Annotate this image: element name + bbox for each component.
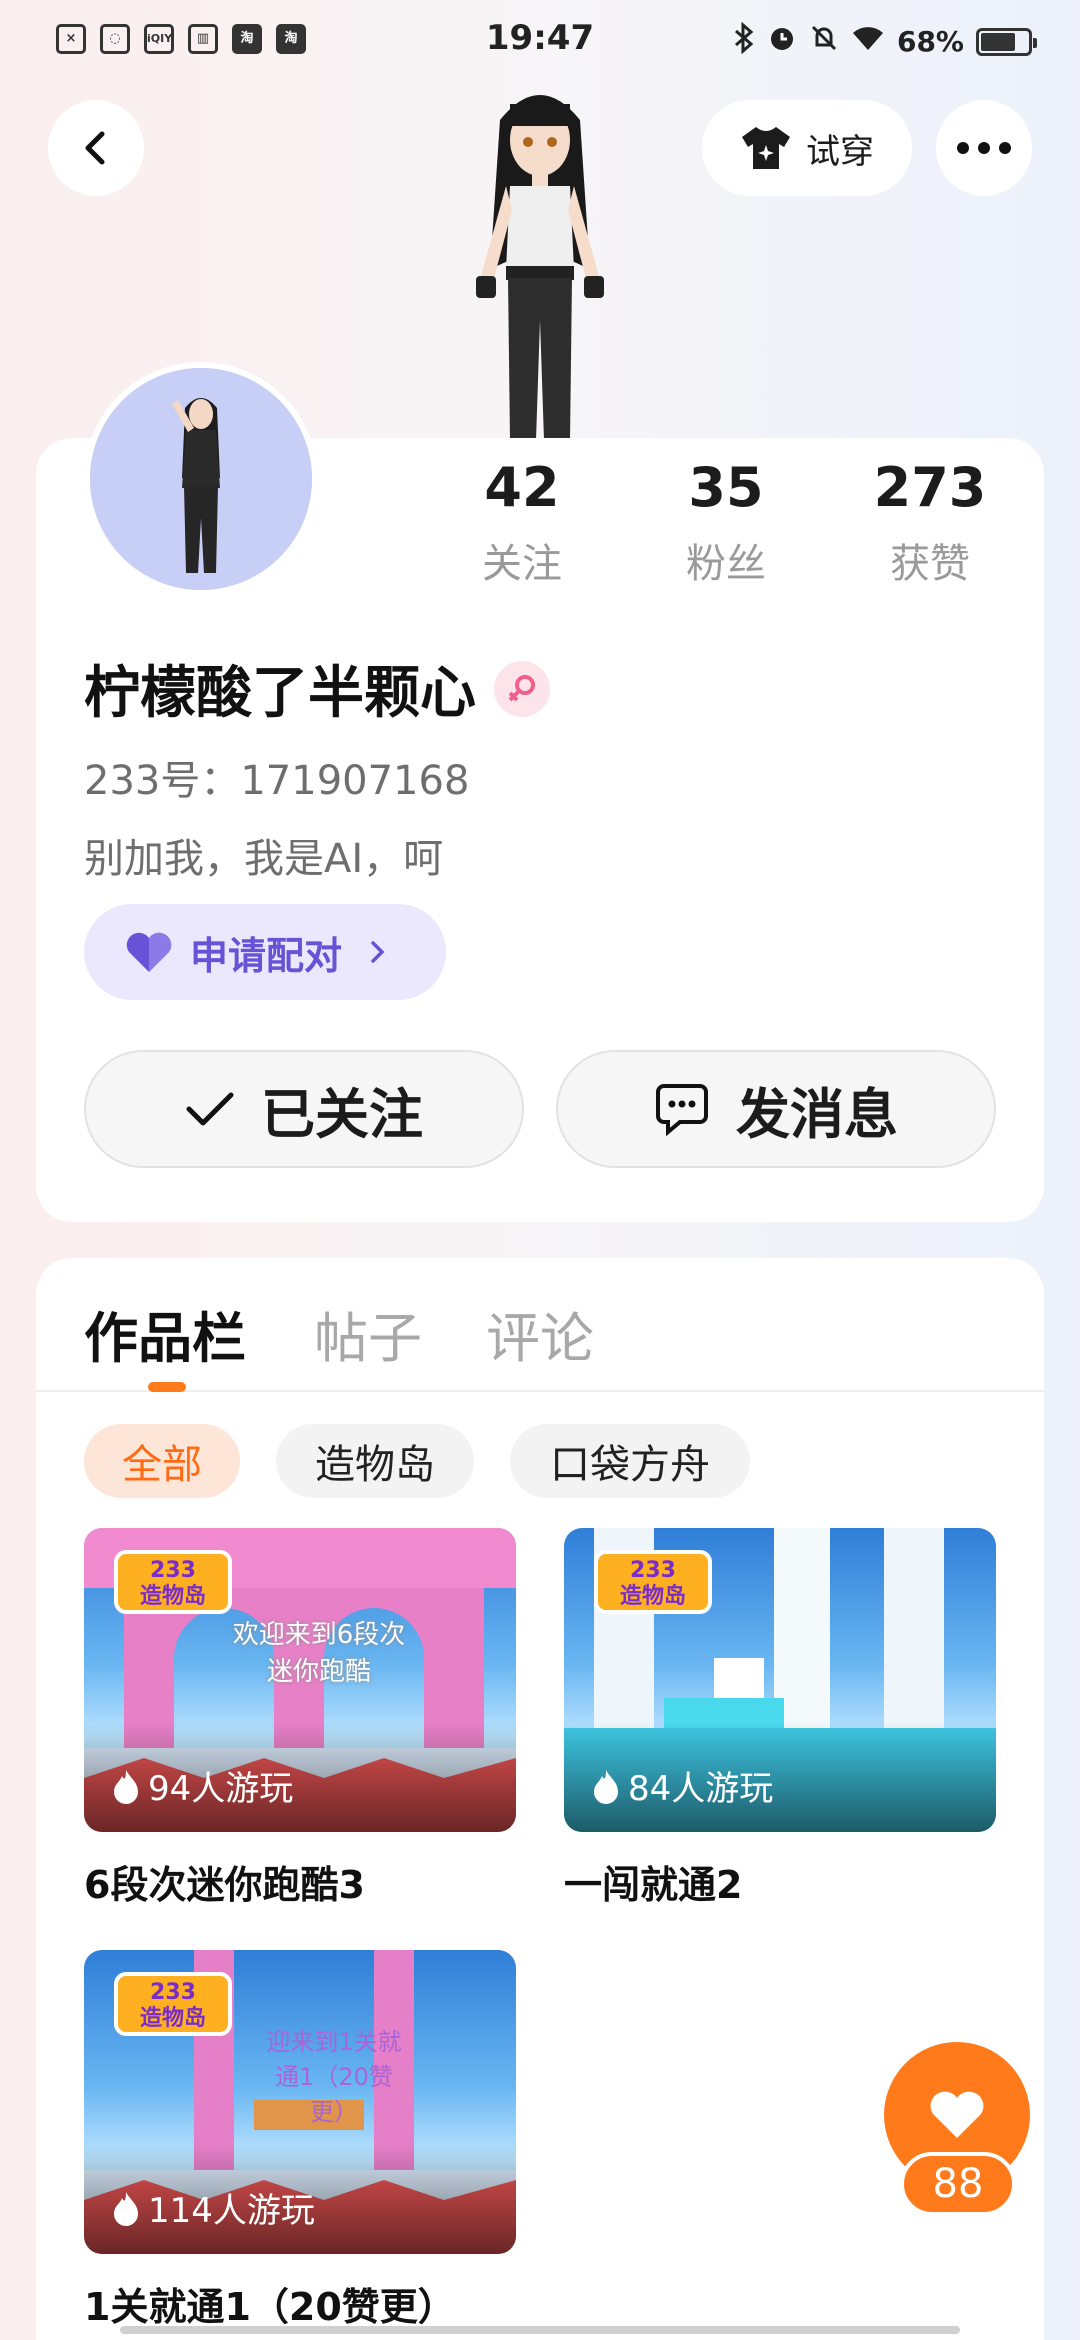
creation-island-logo: 233 造物岛	[114, 1972, 232, 2036]
try-on-button[interactable]: 试穿	[702, 100, 912, 196]
send-message-label: 发消息	[736, 1082, 898, 1146]
bluetooth-icon	[733, 21, 755, 61]
stat-followers[interactable]: 35 粉丝	[636, 456, 816, 589]
game-title: 一闯就通2	[564, 1863, 743, 1907]
user-id: 233号：171907168	[84, 758, 470, 804]
game-thumbnail: 233 造物岛 迎来到1关就 通1（20赞 更） 114人游玩	[84, 1950, 516, 2254]
avatar-3d-character[interactable]	[420, 80, 660, 440]
battery-icon	[976, 27, 1037, 56]
mute-icon	[809, 23, 839, 60]
followers-label: 粉丝	[686, 541, 766, 587]
creation-island-logo: 233 造物岛	[594, 1550, 712, 1614]
game-card[interactable]: 233 造物岛 迎来到1关就 通1（20赞 更） 114人游玩 1关就通1（20赞…	[84, 1950, 516, 2331]
tab-indicator	[148, 1382, 186, 1392]
more-dots-icon	[957, 142, 1011, 154]
play-count-text: 94人游玩	[148, 1769, 294, 1809]
tshirt-icon	[742, 127, 790, 169]
stat-following[interactable]: 42 关注	[432, 456, 612, 589]
tab-comments[interactable]: 评论	[486, 1294, 594, 1373]
following-button[interactable]: 已关注	[84, 1050, 524, 1168]
play-count: 114人游玩	[112, 2183, 315, 2232]
filter-chip-creation-island[interactable]: 造物岛	[276, 1424, 474, 1498]
thumbnail-overlay-text: 欢迎来到6段次 迷你跑酷	[232, 1620, 406, 1687]
tab-posts[interactable]: 帖子	[314, 1294, 422, 1373]
status-bar: × ◌ iQIY ▥ 淘 淘 19:47 68%	[0, 0, 1080, 84]
flame-icon	[114, 2191, 138, 2226]
more-button[interactable]	[936, 100, 1032, 196]
username: 柠檬酸了半颗心	[84, 648, 550, 729]
checkmark-icon	[186, 1092, 234, 1126]
request-pair-label: 申请配对	[190, 933, 343, 978]
tab-works[interactable]: 作品栏	[84, 1294, 246, 1373]
likes-label: 获赞	[890, 541, 970, 587]
alarm-icon	[767, 23, 797, 60]
battery-percent: 68%	[896, 25, 964, 58]
following-button-label: 已关注	[261, 1082, 423, 1146]
home-indicator[interactable]	[120, 2326, 960, 2334]
creation-island-logo: 233 造物岛	[114, 1550, 232, 1614]
following-count: 42	[484, 456, 560, 519]
game-title: 1关就通1（20赞更）	[84, 2285, 456, 2329]
avatar-figure	[90, 368, 312, 590]
game-card[interactable]: 233 造物岛 84人游玩 一闯就通2	[564, 1528, 996, 1909]
chevron-right-icon	[371, 941, 385, 963]
avatar[interactable]	[84, 362, 318, 596]
wifi-icon	[851, 24, 885, 59]
stat-likes[interactable]: 273 获赞	[840, 456, 1020, 589]
heart-icon	[930, 2091, 984, 2138]
followers-count: 35	[688, 456, 764, 519]
heart-icon	[126, 932, 172, 972]
user-bio: 别加我，我是AI，呵	[84, 836, 444, 882]
try-on-label: 试穿	[806, 131, 874, 172]
like-count-badge: 88	[900, 2152, 1016, 2216]
play-count-text: 84人游玩	[628, 1769, 774, 1809]
back-button[interactable]	[48, 100, 144, 196]
content-tabs: 作品栏 帖子 评论	[36, 1258, 1044, 1392]
play-count: 84人游玩	[592, 1761, 773, 1810]
game-title: 6段次迷你跑酷3	[84, 1863, 365, 1907]
female-gender-icon	[494, 660, 550, 717]
chevron-left-icon	[85, 131, 105, 165]
system-icons: 68%	[733, 21, 1037, 61]
play-count: 94人游玩	[112, 1761, 293, 1810]
filter-chip-all[interactable]: 全部	[84, 1424, 240, 1498]
play-count-text: 114人游玩	[148, 2191, 315, 2231]
following-label: 关注	[482, 541, 562, 587]
flame-icon	[594, 1769, 618, 1804]
send-message-button[interactable]: 发消息	[556, 1050, 996, 1168]
username-text: 柠檬酸了半颗心	[84, 661, 476, 726]
likes-count: 273	[873, 456, 987, 519]
game-thumbnail: 233 造物岛 欢迎来到6段次 迷你跑酷 94人游玩	[84, 1528, 516, 1832]
game-card[interactable]: 233 造物岛 欢迎来到6段次 迷你跑酷 94人游玩 6段次迷你跑酷3	[84, 1528, 516, 1909]
thumbnail-overlay-text: 迎来到1关就 通1（20赞 更）	[266, 2028, 402, 2126]
game-thumbnail: 233 造物岛 84人游玩	[564, 1528, 996, 1832]
request-pair-button[interactable]: 申请配对	[84, 904, 446, 1000]
filter-chip-pocket-ark[interactable]: 口袋方舟	[510, 1424, 750, 1498]
chat-bubble-icon	[656, 1084, 708, 1136]
flame-icon	[114, 1769, 138, 1804]
